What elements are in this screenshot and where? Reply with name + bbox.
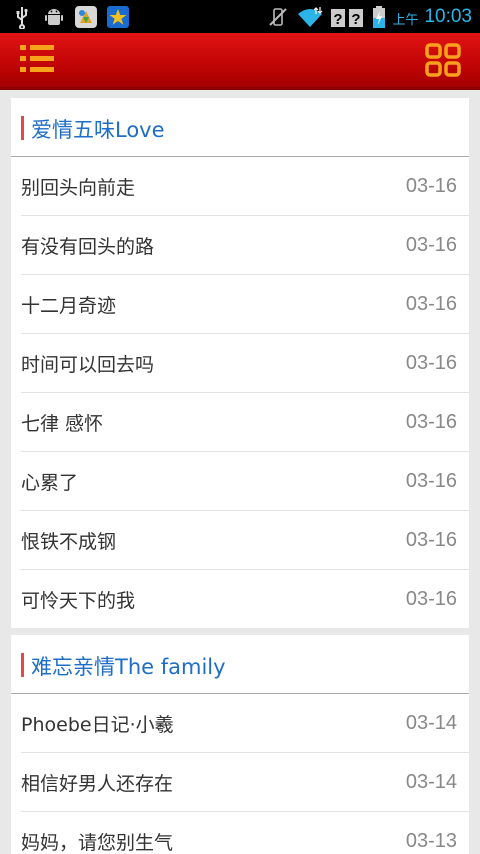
item-title: 可怜天下的我 (21, 590, 136, 612)
item-title: 心累了 (21, 472, 79, 494)
item-date: 03-16 (405, 175, 457, 197)
section-accent-bar (21, 653, 24, 677)
list-item[interactable]: 心累了 03-16 (21, 452, 469, 511)
list-item[interactable]: 恨铁不成钢 03-16 (21, 511, 469, 570)
app-header (0, 33, 480, 90)
list-menu-icon (20, 45, 54, 72)
notification-icons (10, 4, 130, 30)
list-item[interactable]: 时间可以回去吗 03-16 (21, 334, 469, 393)
list-item[interactable]: 七律 感怀 03-16 (21, 393, 469, 452)
item-date: 03-16 (405, 588, 457, 610)
item-title: 有没有回头的路 (21, 236, 155, 258)
list-item[interactable]: 妈妈，请您别生气 03-13 (21, 812, 469, 854)
section-title: 难忘亲情The family (31, 655, 226, 679)
section-header[interactable]: 难忘亲情The family (11, 635, 469, 694)
section-header[interactable]: 爱情五味Love (11, 98, 469, 157)
item-date: 03-16 (405, 234, 457, 256)
item-title: 恨铁不成钢 (21, 531, 117, 553)
status-bar: ? ? 上午 10:03 (0, 0, 480, 33)
item-date: 03-14 (405, 771, 457, 793)
list-item[interactable]: 十二月奇迹 03-16 (21, 275, 469, 334)
list-item[interactable]: 别回头向前走 03-16 (21, 157, 469, 216)
content-list[interactable]: 爱情五味Love 别回头向前走 03-16 有没有回头的路 03-16 十二月奇… (0, 90, 480, 854)
item-title: 相信好男人还存在 (21, 773, 174, 795)
item-title: 别回头向前走 (21, 177, 136, 199)
time-period: 上午 (392, 13, 419, 28)
app-store-icon (75, 6, 97, 28)
item-date: 03-16 (405, 411, 457, 433)
item-date: 03-13 (405, 830, 457, 852)
list-item[interactable]: 相信好男人还存在 03-14 (21, 753, 469, 812)
svg-text:?: ? (352, 11, 361, 28)
item-title: 七律 感怀 (21, 413, 104, 435)
list-item[interactable]: 有没有回头的路 03-16 (21, 216, 469, 275)
item-date: 03-16 (405, 470, 457, 492)
item-title: 十二月奇迹 (21, 295, 117, 317)
item-title: 时间可以回去吗 (21, 354, 155, 376)
list-item[interactable]: 可怜天下的我 03-16 (21, 570, 469, 628)
battery-charging-icon (373, 5, 386, 28)
list-item[interactable]: Phoebe日记·小羲 03-14 (21, 694, 469, 753)
wifi-icon (298, 6, 323, 27)
item-title: Phoebe日记·小羲 (21, 714, 174, 736)
section-card-love: 爱情五味Love 别回头向前走 03-16 有没有回头的路 03-16 十二月奇… (11, 98, 469, 628)
item-date: 03-16 (405, 529, 457, 551)
item-title: 妈妈，请您别生气 (21, 832, 174, 854)
svg-text:?: ? (334, 11, 343, 28)
grid-icon (425, 43, 461, 77)
vibrate-off-icon (269, 7, 288, 26)
grid-view-button[interactable] (424, 43, 464, 79)
menu-button[interactable] (18, 43, 58, 79)
section-card-family: 难忘亲情The family Phoebe日记·小羲 03-14 相信好男人还存… (11, 635, 469, 854)
usb-icon (16, 7, 28, 29)
signal-unknown-icon: ? ? (331, 8, 364, 28)
system-icons: ? ? 上午 10:03 (266, 0, 472, 33)
section-title: 爱情五味Love (31, 118, 165, 142)
item-date: 03-16 (405, 352, 457, 374)
star-app-icon (107, 6, 129, 28)
clock: 10:03 (424, 5, 472, 27)
item-date: 03-16 (405, 293, 457, 315)
android-debug-icon (45, 9, 63, 25)
item-date: 03-14 (405, 712, 457, 734)
section-accent-bar (21, 116, 24, 140)
